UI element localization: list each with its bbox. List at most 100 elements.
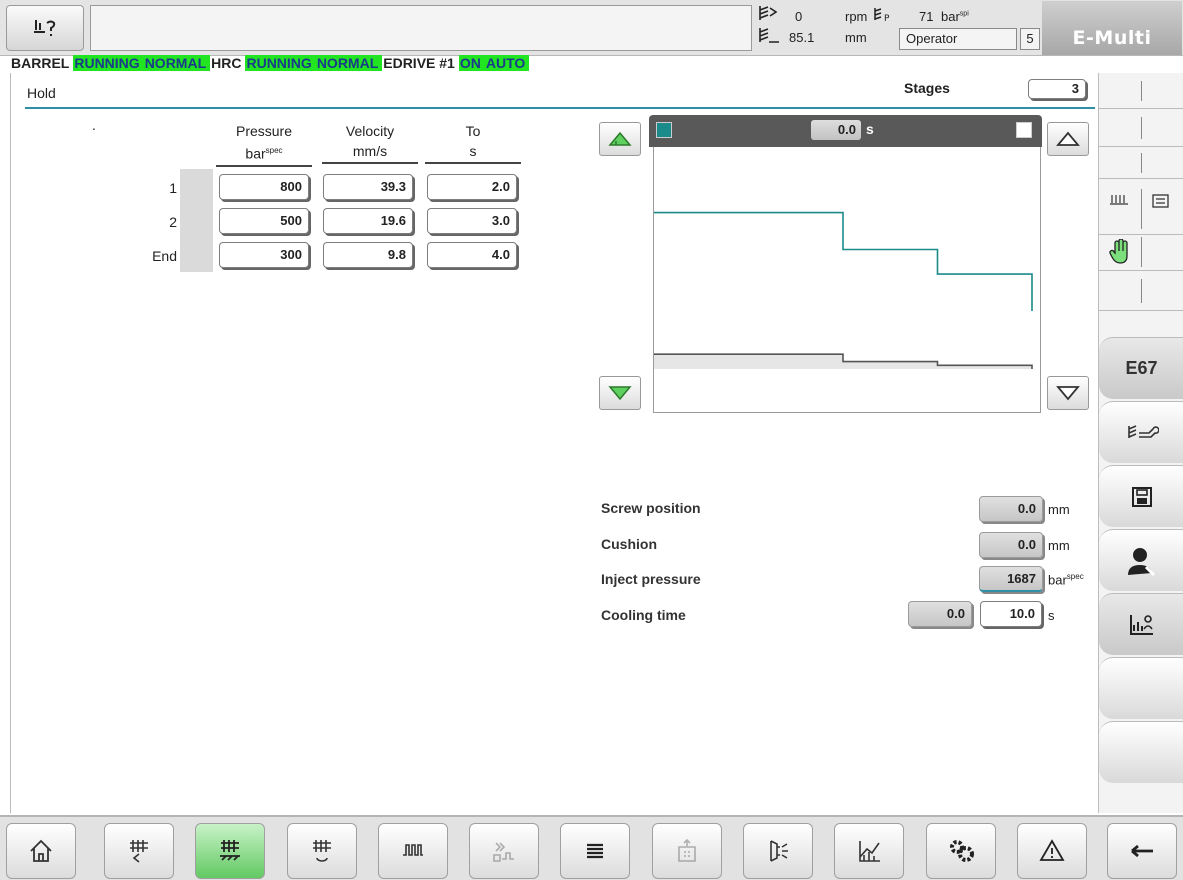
barrel-screw-icon bbox=[313, 840, 331, 862]
sidebar-empty-button-2[interactable] bbox=[1099, 721, 1183, 783]
save-icon bbox=[1131, 486, 1152, 507]
graph-scale-down-button[interactable] bbox=[599, 376, 641, 410]
status-value: NORMAL bbox=[143, 55, 211, 71]
screw-position-readout: 0.0 bbox=[979, 496, 1043, 522]
back-arrow-icon bbox=[1131, 844, 1153, 858]
cooling-time-unit: s bbox=[1048, 608, 1055, 623]
arrow-down-icon bbox=[608, 386, 632, 401]
door-button[interactable] bbox=[743, 823, 813, 879]
stage-velocity-input[interactable]: 9.8 bbox=[323, 242, 413, 268]
velocity-series-toggle[interactable] bbox=[1016, 122, 1032, 138]
stage-row-label: 1 bbox=[169, 180, 177, 196]
arrow-down-outline-icon bbox=[1056, 386, 1080, 401]
barrel-heat-icon bbox=[220, 840, 240, 861]
pressure-column-unit: barspec bbox=[216, 141, 312, 167]
sidebar-slot-3 bbox=[1099, 147, 1183, 179]
operator-wrench-icon bbox=[1127, 547, 1155, 576]
screw-position-icon bbox=[759, 28, 779, 43]
graph-button[interactable] bbox=[834, 823, 904, 879]
sidebar-slot-1 bbox=[1099, 73, 1183, 109]
statistics-button[interactable] bbox=[1099, 593, 1183, 655]
stage-to-input[interactable]: 2.0 bbox=[427, 174, 517, 200]
settings-button[interactable] bbox=[926, 823, 996, 879]
save-button[interactable] bbox=[1099, 465, 1183, 527]
barrel-settings-button[interactable] bbox=[1099, 401, 1183, 463]
help-button[interactable] bbox=[6, 5, 84, 51]
to-column-unit: s bbox=[425, 141, 521, 164]
back-arrow-button[interactable] bbox=[1107, 823, 1177, 879]
note-icon bbox=[1152, 194, 1169, 208]
hold-profile-chart bbox=[654, 211, 1033, 369]
to-column-header: To s bbox=[425, 121, 521, 164]
heater-icon bbox=[403, 844, 423, 856]
alarm-button[interactable] bbox=[1017, 823, 1087, 879]
main-panel: Hold Stages 3 . Pressure barspec Velocit… bbox=[10, 73, 1095, 813]
stage-row-label: 2 bbox=[169, 214, 177, 230]
graph-right-scale-down-button[interactable] bbox=[1047, 376, 1089, 410]
arrow-up-outline-icon bbox=[1056, 131, 1080, 146]
stage-velocity-input[interactable]: 39.3 bbox=[323, 174, 413, 200]
bottom-navigation bbox=[0, 815, 1183, 880]
heater-button[interactable] bbox=[378, 823, 448, 879]
screw-position-label: Screw position bbox=[601, 500, 701, 516]
home-icon bbox=[30, 839, 52, 862]
stages-input[interactable]: 3 bbox=[1028, 79, 1086, 99]
operator-button[interactable] bbox=[1099, 529, 1183, 591]
mold-button[interactable] bbox=[652, 823, 722, 879]
page-title: Hold bbox=[27, 85, 56, 101]
stages-label: Stages bbox=[904, 80, 950, 96]
cooling-time-label: Cooling time bbox=[601, 607, 686, 623]
user-field[interactable]: Operator bbox=[899, 28, 1017, 50]
velocity-column-header: Velocity mm/s bbox=[322, 121, 418, 164]
stage-to-input[interactable]: 4.0 bbox=[427, 242, 517, 268]
graph-icon bbox=[859, 841, 880, 862]
sidebar-slot-4 bbox=[1099, 179, 1183, 235]
barrel-heat-button[interactable] bbox=[195, 823, 265, 879]
barrel-wrench-icon bbox=[1127, 424, 1159, 438]
pressure-series-toggle[interactable] bbox=[656, 122, 672, 138]
cushion-unit: mm bbox=[1048, 538, 1070, 553]
status-value: ON bbox=[458, 55, 485, 71]
stage-to-input[interactable]: 3.0 bbox=[427, 208, 517, 234]
stage-pressure-input[interactable]: 800 bbox=[219, 174, 309, 200]
arrow-up-icon bbox=[608, 131, 632, 146]
screw-speed-value: 0 bbox=[795, 9, 803, 24]
status-label: HRC bbox=[211, 55, 242, 71]
stage-velocity-input[interactable]: 19.6 bbox=[323, 208, 413, 234]
help-context-icon bbox=[34, 20, 56, 36]
sidebar-empty-button-1[interactable] bbox=[1099, 657, 1183, 719]
barrel-screw-button[interactable] bbox=[287, 823, 357, 879]
message-field bbox=[90, 5, 752, 51]
home-button[interactable] bbox=[6, 823, 76, 879]
graph-scale-up-button[interactable] bbox=[599, 122, 641, 156]
settings-icon bbox=[950, 840, 974, 862]
right-sidebar: E67 bbox=[1098, 73, 1183, 813]
svg-text:P: P bbox=[884, 14, 890, 24]
heater-bars-icon bbox=[1110, 195, 1128, 205]
list-button[interactable] bbox=[560, 823, 630, 879]
top-header: 0 rpm 85.1 mm P 71 barspi Operator 5 E-M… bbox=[0, 0, 1183, 56]
barrel-back-button[interactable] bbox=[104, 823, 174, 879]
row-indicator-band bbox=[180, 169, 213, 272]
e67-button[interactable]: E67 bbox=[1099, 337, 1183, 399]
ejector-button[interactable] bbox=[469, 823, 539, 879]
stage-pressure-input[interactable]: 500 bbox=[219, 208, 309, 234]
status-value: RUNNING bbox=[245, 55, 316, 71]
inject-pressure-readout: 1687 bbox=[979, 566, 1043, 592]
pressure-series-line bbox=[654, 211, 1033, 311]
graph-right-scale-up-button[interactable] bbox=[1047, 122, 1089, 156]
sidebar-slot-5 bbox=[1099, 235, 1183, 271]
manual-hand-icon bbox=[1109, 239, 1128, 264]
cooling-time-setpoint[interactable]: 10.0 bbox=[980, 601, 1042, 627]
graph-time-unit: s bbox=[866, 121, 874, 137]
barrel-back-icon bbox=[130, 840, 148, 863]
alarm-icon bbox=[1039, 839, 1065, 861]
screw-position-value: 85.1 bbox=[789, 30, 815, 45]
user-level-field: 5 bbox=[1020, 28, 1040, 50]
chart-person-icon bbox=[1129, 614, 1153, 635]
ejector-icon bbox=[493, 842, 514, 862]
stage-pressure-input[interactable]: 300 bbox=[219, 242, 309, 268]
inject-pressure-icon: P bbox=[874, 8, 890, 24]
inject-pressure-unit: barspec bbox=[1048, 572, 1084, 588]
hold-profile-graph bbox=[653, 147, 1041, 413]
